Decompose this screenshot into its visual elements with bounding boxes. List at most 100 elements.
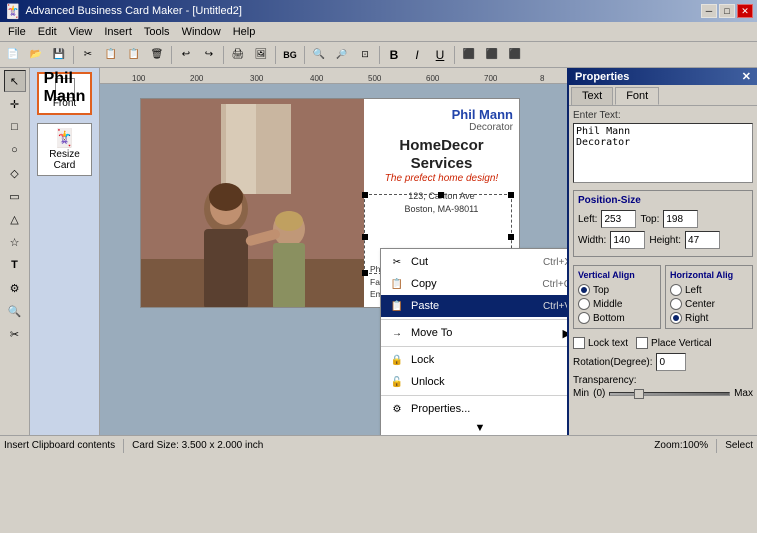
- front-card-thumb[interactable]: Phil Mann Front: [37, 72, 92, 115]
- width-input[interactable]: [610, 231, 645, 249]
- close-button[interactable]: ✕: [737, 4, 753, 18]
- save-button[interactable]: 💾: [48, 44, 70, 66]
- image-button[interactable]: 🖼: [250, 44, 272, 66]
- print-button[interactable]: 🖨: [227, 44, 249, 66]
- paste-button[interactable]: 📋: [123, 44, 145, 66]
- minimize-button[interactable]: ─: [701, 4, 717, 18]
- place-vertical-checkbox[interactable]: Place Vertical: [636, 337, 712, 349]
- top-input[interactable]: [663, 210, 698, 228]
- background-button[interactable]: BG: [279, 44, 301, 66]
- properties-close-button[interactable]: ✕: [742, 70, 751, 83]
- rotation-input[interactable]: [656, 353, 686, 371]
- place-vertical-box: [636, 337, 648, 349]
- maximize-button[interactable]: □: [719, 4, 735, 18]
- valign-middle-radio[interactable]: Middle: [578, 298, 656, 310]
- ctx-paste[interactable]: 📋 Paste Ctrl+V: [381, 295, 567, 317]
- height-label: Height:: [649, 235, 681, 246]
- copy-button[interactable]: 📋: [100, 44, 122, 66]
- menu-help[interactable]: Help: [227, 24, 262, 40]
- ctx-lock[interactable]: 🔒 Lock: [381, 349, 567, 371]
- resize-icon: 🃏: [53, 128, 75, 149]
- transparency-slider-thumb[interactable]: [634, 389, 644, 399]
- underline-button[interactable]: U: [429, 44, 451, 66]
- valign-top-radio[interactable]: Top: [578, 284, 656, 296]
- settings-tool[interactable]: ⚙: [4, 277, 26, 299]
- zoom-out-button[interactable]: 🔎: [331, 44, 353, 66]
- redo-button[interactable]: ↪: [198, 44, 220, 66]
- max-label: Max: [734, 388, 753, 399]
- lock-icon: 🔒: [389, 352, 405, 368]
- ctx-cut[interactable]: ✂ Cut Ctrl+X: [381, 251, 567, 273]
- menu-window[interactable]: Window: [176, 24, 227, 40]
- lock-text-box: [573, 337, 585, 349]
- ctx-scroll-down[interactable]: ▼: [381, 420, 567, 435]
- diamond-tool[interactable]: ◇: [4, 162, 26, 184]
- undo-button[interactable]: ↩: [175, 44, 197, 66]
- handle-tr[interactable]: [508, 192, 514, 198]
- rotation-label: Rotation(Degree):: [573, 357, 652, 368]
- handle-tm[interactable]: [438, 192, 444, 198]
- rounded-rect-tool[interactable]: ▭: [4, 185, 26, 207]
- height-input[interactable]: [685, 231, 720, 249]
- halign-left-radio[interactable]: Left: [670, 284, 748, 296]
- menu-file[interactable]: File: [2, 24, 32, 40]
- ctx-copy[interactable]: 📋 Copy Ctrl+C: [381, 273, 567, 295]
- zoom-fit-button[interactable]: ⊡: [354, 44, 376, 66]
- triangle-tool[interactable]: △: [4, 208, 26, 230]
- tab-text[interactable]: Text: [571, 87, 613, 105]
- align-left-button[interactable]: ⬛: [458, 44, 480, 66]
- text-input[interactable]: Phil Mann Decorator: [573, 123, 753, 183]
- handle-mr[interactable]: [508, 234, 514, 240]
- move-tool[interactable]: ✛: [4, 93, 26, 115]
- select-tool[interactable]: ↖: [4, 70, 26, 92]
- crop-tool[interactable]: ✂: [4, 323, 26, 345]
- ctx-lock-label: Lock: [411, 354, 434, 366]
- align-center-button[interactable]: ⬛: [481, 44, 503, 66]
- top-label: Top:: [640, 214, 659, 225]
- handle-ml[interactable]: [362, 234, 368, 240]
- handle-bl[interactable]: [362, 270, 368, 276]
- new-button[interactable]: 📄: [2, 44, 24, 66]
- delete-button[interactable]: 🗑: [146, 44, 168, 66]
- ctx-unlock-label: Unlock: [411, 376, 445, 388]
- toolbar-sep6: [379, 46, 380, 64]
- text-tool[interactable]: T: [4, 254, 26, 276]
- rect-tool[interactable]: □: [4, 116, 26, 138]
- handle-tl[interactable]: [362, 192, 368, 198]
- zoom-in-button[interactable]: 🔍: [308, 44, 330, 66]
- halign-right-radio[interactable]: Right: [670, 312, 748, 324]
- card-panel: Phil Mann Front 🃏 ResizeCard: [30, 68, 100, 435]
- lock-text-checkbox[interactable]: Lock text: [573, 337, 628, 349]
- bold-button[interactable]: B: [383, 44, 405, 66]
- copy-icon: 📋: [389, 276, 405, 292]
- card-image-background: [141, 99, 371, 308]
- ctx-properties[interactable]: ⚙ Properties...: [381, 398, 567, 420]
- ctx-moveto[interactable]: → Move To ▶: [381, 322, 567, 344]
- tab-font[interactable]: Font: [615, 87, 659, 105]
- cut-icon: ✂: [389, 254, 405, 270]
- resize-card-thumb[interactable]: 🃏 ResizeCard: [37, 123, 92, 176]
- left-toolbox: ↖ ✛ □ ○ ◇ ▭ △ ☆ T ⚙ 🔍 ✂: [0, 68, 30, 435]
- menu-insert[interactable]: Insert: [98, 24, 138, 40]
- ctx-unlock[interactable]: 🔓 Unlock: [381, 371, 567, 393]
- properties-panel: Properties ✕ Text Font Enter Text: Phil …: [567, 68, 757, 435]
- ruler-horizontal: 100 200 300 400 500 600 700 8: [100, 68, 567, 84]
- ctx-properties-label: Properties...: [411, 403, 470, 415]
- open-button[interactable]: 📂: [25, 44, 47, 66]
- menu-tools[interactable]: Tools: [138, 24, 176, 40]
- ellipse-tool[interactable]: ○: [4, 139, 26, 161]
- menu-edit[interactable]: Edit: [32, 24, 63, 40]
- star-tool[interactable]: ☆: [4, 231, 26, 253]
- transparency-slider-track[interactable]: [609, 392, 730, 396]
- position-size-label: Position-Size: [578, 195, 748, 206]
- left-input[interactable]: [601, 210, 636, 228]
- valign-bottom-radio[interactable]: Bottom: [578, 312, 656, 324]
- menu-view[interactable]: View: [63, 24, 99, 40]
- position-row: Left: Top:: [578, 210, 748, 228]
- cut-button[interactable]: ✂: [77, 44, 99, 66]
- align-right-button[interactable]: ⬛: [504, 44, 526, 66]
- halign-center-radio[interactable]: Center: [670, 298, 748, 310]
- zoom-tool[interactable]: 🔍: [4, 300, 26, 322]
- title-bar-controls[interactable]: ─ □ ✕: [701, 4, 753, 18]
- italic-button[interactable]: I: [406, 44, 428, 66]
